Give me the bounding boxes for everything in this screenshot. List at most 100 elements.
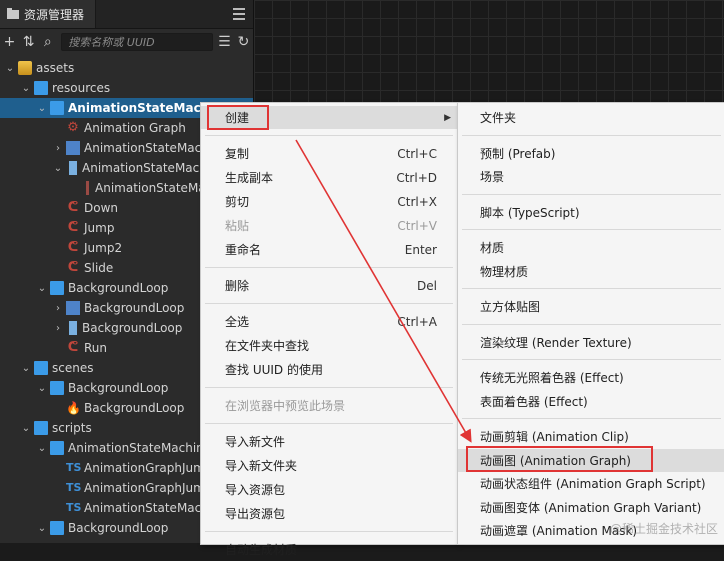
menu-item[interactable]: 渲染纹理 (Render Texture) — [458, 331, 724, 354]
expand-icon[interactable]: ⌄ — [36, 103, 48, 114]
menu-separator — [462, 229, 721, 230]
tree-item-label: Slide — [84, 261, 114, 275]
menu-item-label: 创建 — [225, 111, 250, 125]
animation-clip-icon: ᕦ — [67, 260, 79, 275]
submenu-arrow-icon: ▶ — [444, 112, 451, 123]
collapse-all-icon[interactable]: ☰ — [217, 34, 232, 50]
tree-item-label: BackgroundLoop — [68, 521, 169, 535]
menu-item[interactable]: 表面着色器 (Effect) — [458, 390, 724, 413]
menu-item-label: 粘贴 — [225, 219, 250, 233]
tree-item-label: Jump — [84, 221, 115, 235]
menu-item[interactable]: 材质 — [458, 236, 724, 259]
menu-item[interactable]: 复制 Ctrl+C — [201, 142, 457, 165]
menu-item[interactable]: 导出资源包 — [201, 502, 457, 525]
expand-icon[interactable]: ⌄ — [20, 423, 32, 434]
menu-item[interactable]: 文件夹 — [458, 106, 724, 129]
menu-item-label: 删除 — [225, 279, 250, 293]
expand-icon[interactable]: ⌄ — [20, 363, 32, 374]
menu-item[interactable]: 生成副本 Ctrl+D — [201, 166, 457, 189]
menu-separator — [205, 531, 453, 532]
expand-icon[interactable]: ⌄ — [36, 523, 48, 534]
search-box — [61, 33, 213, 51]
menu-item[interactable]: 动画状态组件 (Animation Graph Script) — [458, 472, 724, 495]
menu-item[interactable]: 立方体贴图 — [458, 295, 724, 318]
tree-item-label: Down — [84, 201, 119, 215]
menu-item[interactable]: 导入资源包 — [201, 478, 457, 501]
expand-icon[interactable]: ⌄ — [52, 163, 64, 174]
menu-separator — [462, 359, 721, 360]
menu-item: 在浏览器中预览此场景 — [201, 394, 457, 417]
menu-item-label: 预制 (Prefab) — [480, 146, 556, 161]
menu-item[interactable]: 脚本 (TypeScript) — [458, 201, 724, 224]
menu-item[interactable]: 重命名 Enter — [201, 238, 457, 261]
menu-item[interactable]: 动画图变体 (Animation Graph Variant) — [458, 496, 724, 519]
menu-item-label: 渲染纹理 (Render Texture) — [480, 335, 632, 350]
menu-item-label: 在文件夹中查找 — [225, 339, 310, 353]
menu-item[interactable]: 导入新文件 — [201, 430, 457, 453]
menu-item[interactable]: 查找 UUID 的使用 — [201, 358, 457, 381]
tree-item-label: scenes — [52, 361, 94, 375]
tree-item-label: BackgroundLoop — [82, 321, 183, 335]
menu-item[interactable]: 删除 Del — [201, 274, 457, 297]
tree-item-label: Run — [84, 341, 108, 355]
menu-separator — [205, 387, 453, 388]
animation-clip-icon: ᕦ — [67, 340, 79, 355]
menu-item[interactable]: 场景 — [458, 165, 724, 188]
panel-menu-icon[interactable] — [233, 8, 245, 20]
menu-item[interactable]: 预制 (Prefab) — [458, 142, 724, 165]
tree-item[interactable]: ⌄ assets — [0, 58, 253, 78]
expand-icon[interactable]: ⌄ — [36, 443, 48, 454]
menu-separator — [462, 134, 721, 136]
menu-item-label: 动画图变体 (Animation Graph Variant) — [480, 500, 702, 515]
menu-separator — [462, 418, 721, 419]
expand-icon[interactable]: ⌄ — [4, 63, 16, 74]
menu-item[interactable]: 自动生成材质 — [201, 538, 457, 561]
typescript-icon: TS — [66, 501, 82, 514]
search-type-icon[interactable]: ⌕ — [40, 34, 55, 50]
collapse-icon[interactable]: › — [52, 143, 64, 154]
tab-assets[interactable]: 资源管理器 — [0, 0, 96, 28]
menu-separator — [205, 423, 453, 424]
animation-clip-icon: ᕦ — [67, 220, 79, 235]
model-icon — [64, 321, 82, 335]
expand-icon[interactable]: ⌄ — [36, 383, 48, 394]
search-input[interactable] — [66, 34, 208, 50]
tree-item-label: scripts — [52, 421, 92, 435]
menu-item[interactable]: 传统无光照着色器 (Effect) — [458, 366, 724, 389]
tree-item-label: BackgroundLoop — [84, 301, 185, 315]
menu-item[interactable]: 动画图 (Animation Graph) — [458, 448, 724, 472]
folder-open-icon — [48, 101, 68, 115]
menu-item[interactable]: 剪切 Ctrl+X — [201, 190, 457, 213]
sort-icon[interactable]: ⇅ — [21, 34, 36, 50]
menu-item-label: 重命名 — [225, 243, 262, 257]
menu-item-shortcut: Ctrl+X — [397, 194, 437, 209]
collapse-icon[interactable]: › — [52, 303, 64, 314]
asset-toolbar: + ⇅ ⌕ ☰ ↻ — [0, 30, 253, 54]
menu-item-shortcut: Enter — [404, 242, 437, 257]
expand-icon[interactable]: ⌄ — [20, 83, 32, 94]
menu-item-label: 导入新文件夹 — [225, 459, 298, 473]
tree-item[interactable]: ⌄ resources — [0, 78, 253, 98]
panel-title: 资源管理器 — [24, 7, 85, 22]
menu-separator — [205, 303, 453, 304]
folder-open-icon — [32, 81, 52, 95]
menu-item[interactable]: 动画剪辑 (Animation Clip) — [458, 425, 724, 448]
tree-item-label: resources — [52, 81, 111, 95]
menu-item[interactable]: 在文件夹中查找 — [201, 334, 457, 357]
menu-item[interactable]: 导入新文件夹 — [201, 454, 457, 477]
menu-item[interactable]: 全选 Ctrl+A — [201, 310, 457, 333]
menu-item-label: 动画状态组件 (Animation Graph Script) — [480, 477, 706, 491]
menu-item[interactable]: 创建 ▶ — [201, 106, 457, 129]
expand-icon[interactable]: ⌄ — [36, 283, 48, 294]
animation-clip-icon: ᕦ — [67, 240, 79, 255]
folder-open-icon — [48, 281, 68, 295]
menu-item[interactable]: 物理材质 — [458, 260, 724, 283]
menu-separator — [205, 267, 453, 268]
database-icon — [16, 61, 36, 75]
refresh-icon[interactable]: ↻ — [236, 34, 251, 50]
menu-item-label: 脚本 (TypeScript) — [480, 205, 580, 220]
menu-item-shortcut: Ctrl+C — [397, 146, 437, 161]
folder-open-icon — [48, 441, 68, 455]
add-icon[interactable]: + — [2, 34, 17, 50]
collapse-icon[interactable]: › — [52, 323, 64, 334]
